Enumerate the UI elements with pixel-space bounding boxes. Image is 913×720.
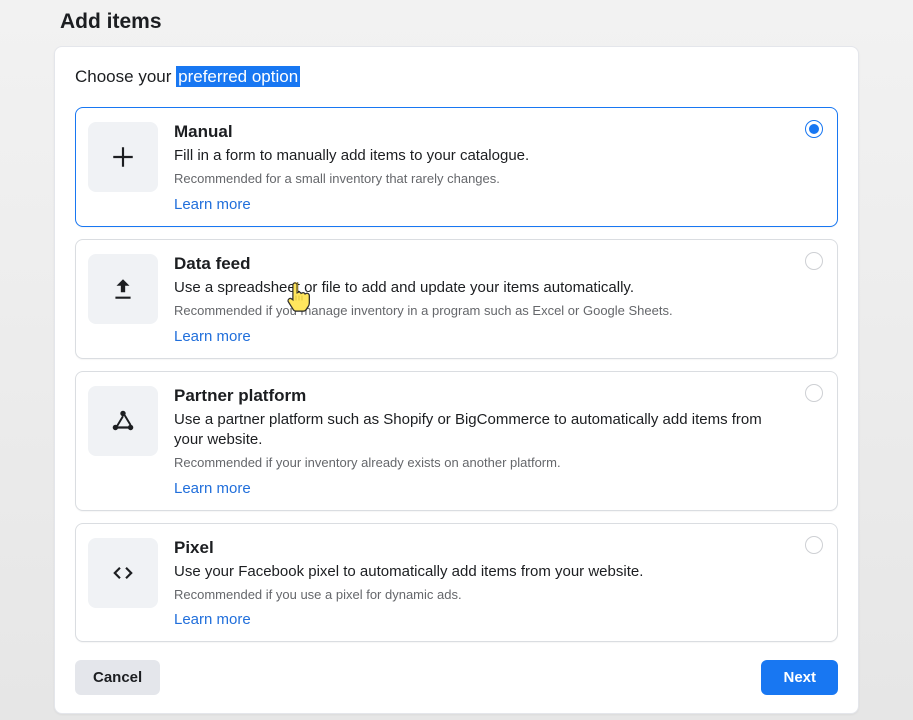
next-button[interactable]: Next [761,660,838,695]
option-pixel[interactable]: Pixel Use your Facebook pixel to automat… [75,523,838,643]
option-desc: Use a partner platform such as Shopify o… [174,410,789,451]
learn-more-link[interactable]: Learn more [174,611,251,628]
option-title: Partner platform [174,386,789,406]
plus-icon [88,122,158,192]
option-data-feed[interactable]: Data feed Use a spreadsheet or file to a… [75,239,838,359]
option-partner[interactable]: Partner platform Use a partner platform … [75,371,838,511]
option-desc: Use your Facebook pixel to automatically… [174,562,789,582]
learn-more-link[interactable]: Learn more [174,196,251,213]
radio-pixel[interactable] [805,536,823,554]
option-title: Pixel [174,538,789,558]
network-icon [88,386,158,456]
option-desc: Fill in a form to manually add items to … [174,146,789,166]
option-rec: Recommended if your inventory already ex… [174,454,789,472]
page-title: Add items [0,0,913,46]
choose-highlight: preferred option [176,66,300,87]
option-rec: Recommended for a small inventory that r… [174,170,789,188]
option-title: Manual [174,122,789,142]
radio-manual[interactable] [805,120,823,138]
radio-partner[interactable] [805,384,823,402]
learn-more-link[interactable]: Learn more [174,480,251,497]
upload-icon [88,254,158,324]
learn-more-link[interactable]: Learn more [174,328,251,345]
option-manual[interactable]: Manual Fill in a form to manually add it… [75,107,838,227]
button-row: Cancel Next [75,660,838,695]
options-card: Choose your preferred option Manual Fill… [54,46,859,714]
code-icon [88,538,158,608]
choose-label: Choose your preferred option [75,67,838,87]
choose-prefix: Choose your [75,67,176,86]
option-rec: Recommended if you manage inventory in a… [174,302,789,320]
cancel-button[interactable]: Cancel [75,660,160,695]
option-desc: Use a spreadsheet or file to add and upd… [174,278,789,298]
option-title: Data feed [174,254,789,274]
radio-data-feed[interactable] [805,252,823,270]
option-rec: Recommended if you use a pixel for dynam… [174,586,789,604]
